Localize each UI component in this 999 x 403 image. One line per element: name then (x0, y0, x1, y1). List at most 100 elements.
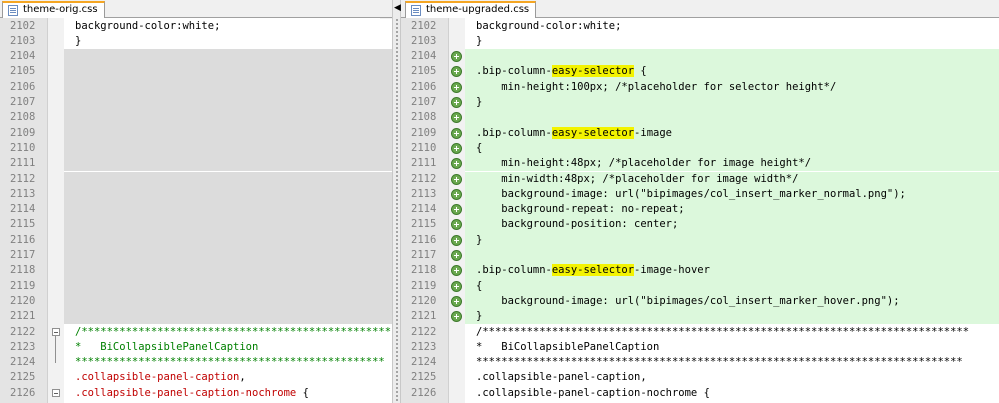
code-line[interactable]: .collapsible-panel-caption, (64, 370, 392, 386)
plus-circle-icon[interactable] (451, 295, 462, 307)
splitter-grip[interactable] (395, 18, 399, 403)
line-number: 2121 (411, 310, 437, 323)
line-number: 2116 (411, 233, 437, 246)
code-line[interactable] (465, 49, 999, 65)
code-line[interactable]: } (465, 309, 999, 325)
code-line[interactable] (64, 64, 392, 80)
code-token: background-position: center; (476, 218, 679, 231)
plus-circle-icon[interactable] (451, 280, 462, 292)
code-line[interactable]: } (64, 33, 392, 50)
code-line[interactable] (465, 110, 999, 126)
code-line[interactable] (64, 171, 392, 187)
code-line[interactable]: min-width:48px; /*placeholder for image … (465, 171, 999, 187)
code-line[interactable]: .bip-column-easy-selector-image-hover (465, 263, 999, 279)
code-line[interactable] (64, 140, 392, 157)
code-token: min-height:100px; /*placeholder for sele… (476, 80, 837, 93)
code-line[interactable]: * BiCollapsiblePanelCaption (465, 339, 999, 356)
tab-theme-upgraded[interactable]: theme-upgraded.css (405, 1, 537, 18)
line-number: 2109 (10, 126, 36, 139)
code-line[interactable] (64, 186, 392, 203)
plus-circle-icon[interactable] (451, 97, 462, 108)
code-line[interactable]: ****************************************… (64, 355, 392, 371)
code-line[interactable]: * BiCollapsiblePanelCaption (64, 339, 392, 356)
code-line[interactable] (64, 110, 392, 126)
code-line[interactable]: .collapsible-panel-caption, (465, 370, 999, 386)
line-number: 2119 (10, 279, 36, 292)
code-line[interactable] (64, 156, 392, 172)
plus-circle-icon[interactable] (451, 250, 462, 261)
line-number: 2112 (411, 172, 437, 185)
code-line[interactable] (465, 248, 999, 264)
code-line[interactable] (64, 95, 392, 111)
code-text: .bip-column-easy-selector-image-hover (476, 263, 999, 278)
code-line[interactable]: background-position: center; (465, 217, 999, 233)
line-number: 2106 (411, 80, 437, 93)
code-line[interactable] (64, 217, 392, 233)
line-number: 2113 (411, 187, 437, 200)
code-line[interactable] (64, 125, 392, 141)
plus-circle-icon[interactable] (451, 81, 462, 93)
code-token: background-repeat: no-repeat; (476, 203, 685, 216)
code-line[interactable] (64, 278, 392, 294)
code-token: { (476, 279, 483, 292)
line-number: 2105 (10, 65, 36, 78)
code-text: ****************************************… (476, 355, 999, 370)
line-number: 2117 (411, 249, 437, 261)
code-line[interactable]: background-color:white; (465, 18, 999, 34)
code-line[interactable]: /***************************************… (465, 324, 999, 340)
code-line[interactable]: .collapsible-panel-caption-nochrome { (64, 385, 392, 401)
fold-collapse-icon[interactable] (52, 388, 60, 397)
tab-theme-orig[interactable]: theme-orig.css (2, 1, 105, 18)
code-text: min-height:48px; /*placeholder for image… (476, 156, 999, 171)
code-line[interactable]: background-image: url("bipimages/col_ins… (465, 186, 999, 203)
diff-viewer: theme-orig.css 2102 background-color:whit… (0, 0, 999, 403)
code-line[interactable] (64, 49, 392, 65)
code-line[interactable] (64, 248, 392, 264)
plus-circle-icon[interactable] (451, 234, 462, 246)
code-line[interactable]: .collapsible-panel-caption-nochrome { (465, 385, 999, 401)
line-number: 2115 (10, 218, 36, 231)
code-line[interactable] (64, 263, 392, 279)
code-line[interactable]: } (465, 33, 999, 50)
code-text: background-image: url("bipimages/col_ins… (476, 294, 999, 309)
code-token: background-color:white; (75, 19, 221, 32)
code-line[interactable] (64, 293, 392, 310)
search-highlight: easy-selector (551, 264, 635, 277)
plus-circle-icon[interactable] (451, 173, 462, 185)
code-text: * BiCollapsiblePanelCaption (476, 340, 999, 355)
code-line[interactable] (64, 309, 392, 325)
fold-collapse-icon[interactable] (52, 327, 60, 336)
code-line[interactable]: background-image: url("bipimages/col_ins… (465, 293, 999, 310)
code-line[interactable]: background-repeat: no-repeat; (465, 202, 999, 218)
code-line[interactable]: .bip-column-easy-selector { (465, 64, 999, 80)
code-line[interactable]: background-color:white; (64, 18, 392, 34)
code-line[interactable]: .bip-column-easy-selector-image (465, 125, 999, 141)
code-line[interactable]: { (465, 140, 999, 157)
code-token: } (476, 233, 483, 246)
code-line[interactable]: /***************************************… (64, 324, 392, 340)
pane-splitter[interactable]: ◀ (392, 0, 401, 403)
code-line[interactable] (64, 232, 392, 248)
plus-circle-icon[interactable] (451, 142, 462, 154)
code-text: .collapsible-panel-caption, (75, 370, 392, 385)
code-line[interactable]: min-height:100px; /*placeholder for sele… (465, 79, 999, 95)
code-line[interactable]: } (465, 95, 999, 111)
code-line[interactable] (64, 79, 392, 95)
line-number: 2117 (10, 249, 36, 261)
code-line[interactable]: { (465, 278, 999, 294)
plus-circle-icon[interactable] (451, 127, 462, 139)
code-line[interactable]: min-height:48px; /*placeholder for image… (465, 156, 999, 172)
code-line[interactable] (64, 202, 392, 218)
code-line[interactable]: } (465, 232, 999, 248)
code-text: ****************************************… (75, 355, 392, 370)
code-text: background-color:white; (476, 19, 999, 34)
code-line[interactable]: ****************************************… (465, 355, 999, 371)
plus-circle-icon[interactable] (451, 188, 462, 200)
